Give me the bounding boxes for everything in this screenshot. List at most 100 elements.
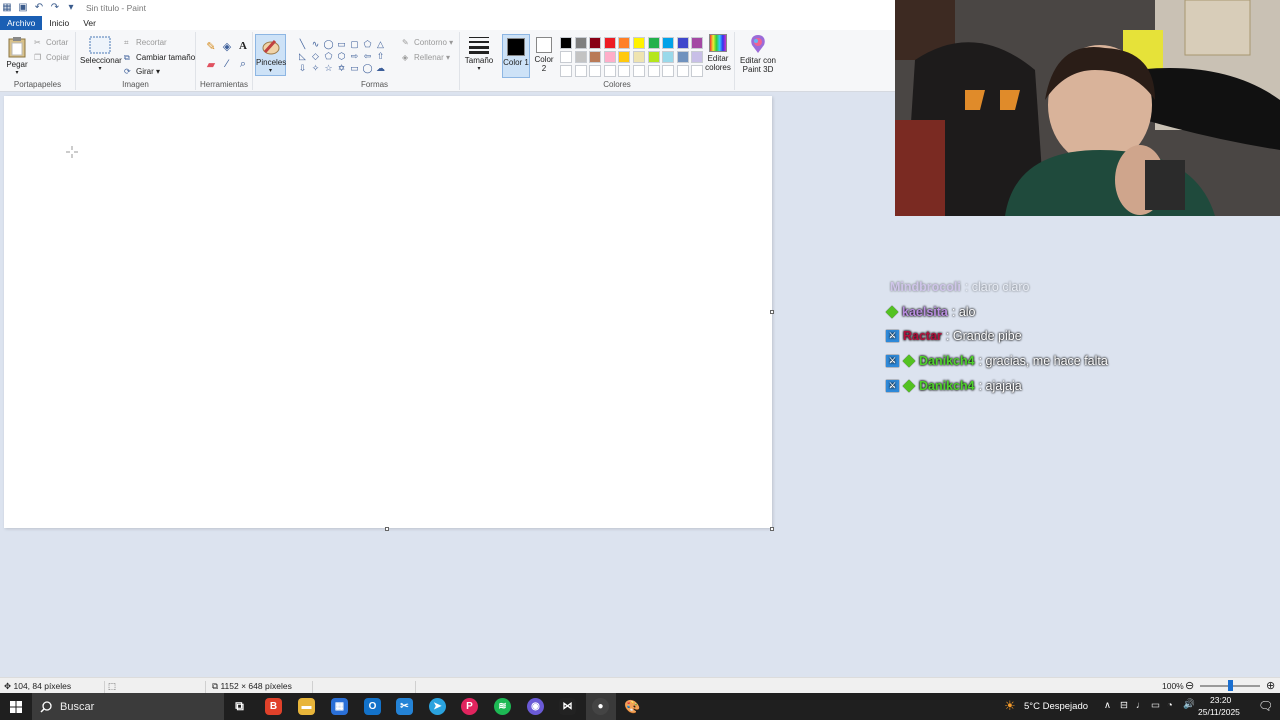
rotate-button[interactable]: ⟳ Girar ▾ [124,67,160,77]
task-view-icon[interactable]: ⧉ [231,698,248,715]
canvas-resize-handle-right[interactable] [770,310,774,314]
color1-button[interactable]: Color 1 [502,34,530,78]
curve-shape-icon[interactable]: ∿ [309,38,322,50]
color-swatch[interactable] [589,51,602,63]
weather-text[interactable]: 5°C Despejado [1024,701,1088,712]
file-explorer-icon[interactable]: ▬ [298,698,315,715]
hexagon-shape-icon[interactable]: ⬡ [335,50,348,62]
rounded-rectangle-shape-icon[interactable]: ▢ [348,38,361,50]
fill-button[interactable]: ◈ Rellenar ▾ [402,53,450,63]
paint-app-icon[interactable]: 🎨 [624,698,641,715]
right-triangle-shape-icon[interactable]: ◺ [296,50,309,62]
five-point-star-icon[interactable]: ☆ [322,62,335,74]
color-palette[interactable] [559,36,705,78]
color-swatch[interactable] [691,65,704,77]
color-swatch[interactable] [618,37,631,49]
windows-start-icon[interactable] [10,701,22,713]
color-swatch[interactable] [647,37,660,49]
paste-button[interactable]: Pegar ▾ [4,36,30,76]
chevron-up-icon[interactable]: ∧ [1104,700,1111,711]
network-icon[interactable]: ⊟ [1120,700,1128,711]
color-swatch[interactable] [560,65,572,77]
oval-shape-icon[interactable]: ◯ [322,38,335,50]
tab-ver[interactable]: Ver [76,16,103,30]
four-point-star-icon[interactable]: ✧ [309,62,322,74]
canvas-resize-handle-corner[interactable] [770,527,774,531]
color-swatch[interactable] [574,51,587,63]
fill-bucket-icon[interactable]: ◈ [219,40,235,58]
pentagon-shape-icon[interactable]: ⬠ [322,50,335,62]
zoom-in-icon[interactable]: ⊕ [1266,679,1275,692]
select-button[interactable]: Seleccionar ▾ [80,36,122,72]
notifications-icon[interactable]: 🗨 [1258,699,1273,713]
callout-rect-icon[interactable]: ▭ [348,62,361,74]
color-swatch[interactable] [632,65,645,77]
cut-button[interactable]: ✂ Cortar [34,38,68,48]
up-arrow-shape-icon[interactable]: ⇧ [374,50,387,62]
tab-archivo[interactable]: Archivo [0,16,43,30]
capcut-icon[interactable]: ⋈ [559,698,576,715]
color-swatch[interactable] [647,65,660,77]
polygon-shape-icon[interactable]: ⬠ [361,38,374,50]
obs-studio-icon[interactable]: ● [592,698,609,715]
color-swatch[interactable] [603,37,616,49]
zoom-out-icon[interactable]: ⊖ [1185,679,1194,692]
callout-cloud-icon[interactable]: ☁ [374,62,387,74]
outlook-icon[interactable]: O [364,698,381,715]
line-shape-icon[interactable]: ╲ [296,38,309,50]
color-swatch[interactable] [589,37,602,49]
outline-button[interactable]: ✎ Contorno ▾ [402,38,453,48]
color-swatch[interactable] [603,51,616,63]
copy-button[interactable]: ❐ Copiar [34,53,70,63]
wifi-icon[interactable]: ◔ [1167,700,1173,711]
color-swatch[interactable] [691,51,704,63]
volume-icon[interactable]: 🔊 [1183,699,1195,710]
six-point-star-icon[interactable]: ✡ [335,62,348,74]
resize-button[interactable]: ⧉ Cambiar tamaño [124,53,195,63]
zoom-slider-thumb[interactable] [1228,680,1233,691]
drawing-canvas[interactable] [4,96,772,528]
clock-date[interactable]: 25/11/2025 [1198,707,1240,717]
color-swatch[interactable] [574,65,587,77]
down-arrow-shape-icon[interactable]: ⇩ [296,62,309,74]
spotify-icon[interactable]: ≋ [494,698,511,715]
eraser-icon[interactable]: ▰ [203,58,219,76]
save-icon[interactable]: ▣ [18,3,28,13]
magnifier-icon[interactable]: ⌕ [235,58,251,76]
diamond-shape-icon[interactable]: ◇ [309,50,322,62]
color-swatch[interactable] [662,65,675,77]
telegram-icon[interactable]: ➤ [429,698,446,715]
edit-colors-button[interactable]: Editar colores [703,34,733,72]
color-swatch[interactable] [676,37,689,49]
callout-oval-icon[interactable]: ◯ [361,62,374,74]
text-icon[interactable]: A [235,40,251,58]
color2-button[interactable]: Color 2 [532,37,556,73]
clock-time[interactable]: 23:20 [1210,695,1231,705]
brushes-button[interactable]: Pinceles ▾ [255,34,286,76]
color-swatch[interactable] [691,37,704,49]
color-swatch[interactable] [647,51,660,63]
canvas-resize-handle-bottom[interactable] [385,527,389,531]
redo-icon[interactable]: ↷ [50,3,60,13]
color-swatch[interactable] [589,65,602,77]
tab-inicio[interactable]: Inicio [42,16,76,30]
pinterest-icon[interactable]: P [461,698,478,715]
snipping-tool-icon[interactable]: ✂ [396,698,413,715]
color-swatch[interactable] [560,51,572,63]
pencil-icon[interactable]: ✎ [203,40,219,58]
shapes-gallery[interactable]: ╲ ∿ ◯ ▭ ▢ ⬠ △ ◺ ◇ ⬠ ⬡ ⇨ ⇦ ⇧ ⇩ ✧ ☆ ✡ ▭ ◯ … [296,38,390,74]
left-arrow-shape-icon[interactable]: ⇦ [361,50,374,62]
color-swatch[interactable] [662,37,675,49]
battery-icon[interactable]: ▭ [1151,700,1160,711]
color-swatch[interactable] [632,51,645,63]
edit-paint3d-button[interactable]: Editar con Paint 3D [738,34,778,74]
microsoft-store-icon[interactable]: ▦ [331,698,348,715]
rectangle-shape-icon[interactable]: ▭ [335,38,348,50]
size-button[interactable]: Tamaño ▾ [463,36,495,72]
color-swatch[interactable] [560,37,572,49]
customize-toolbar-icon[interactable]: ▾ [66,3,76,13]
brave-browser-icon[interactable]: B [265,698,282,715]
crop-button[interactable]: ⌗ Recortar [124,38,167,48]
color-swatch[interactable] [676,51,689,63]
color-swatch[interactable] [603,65,616,77]
